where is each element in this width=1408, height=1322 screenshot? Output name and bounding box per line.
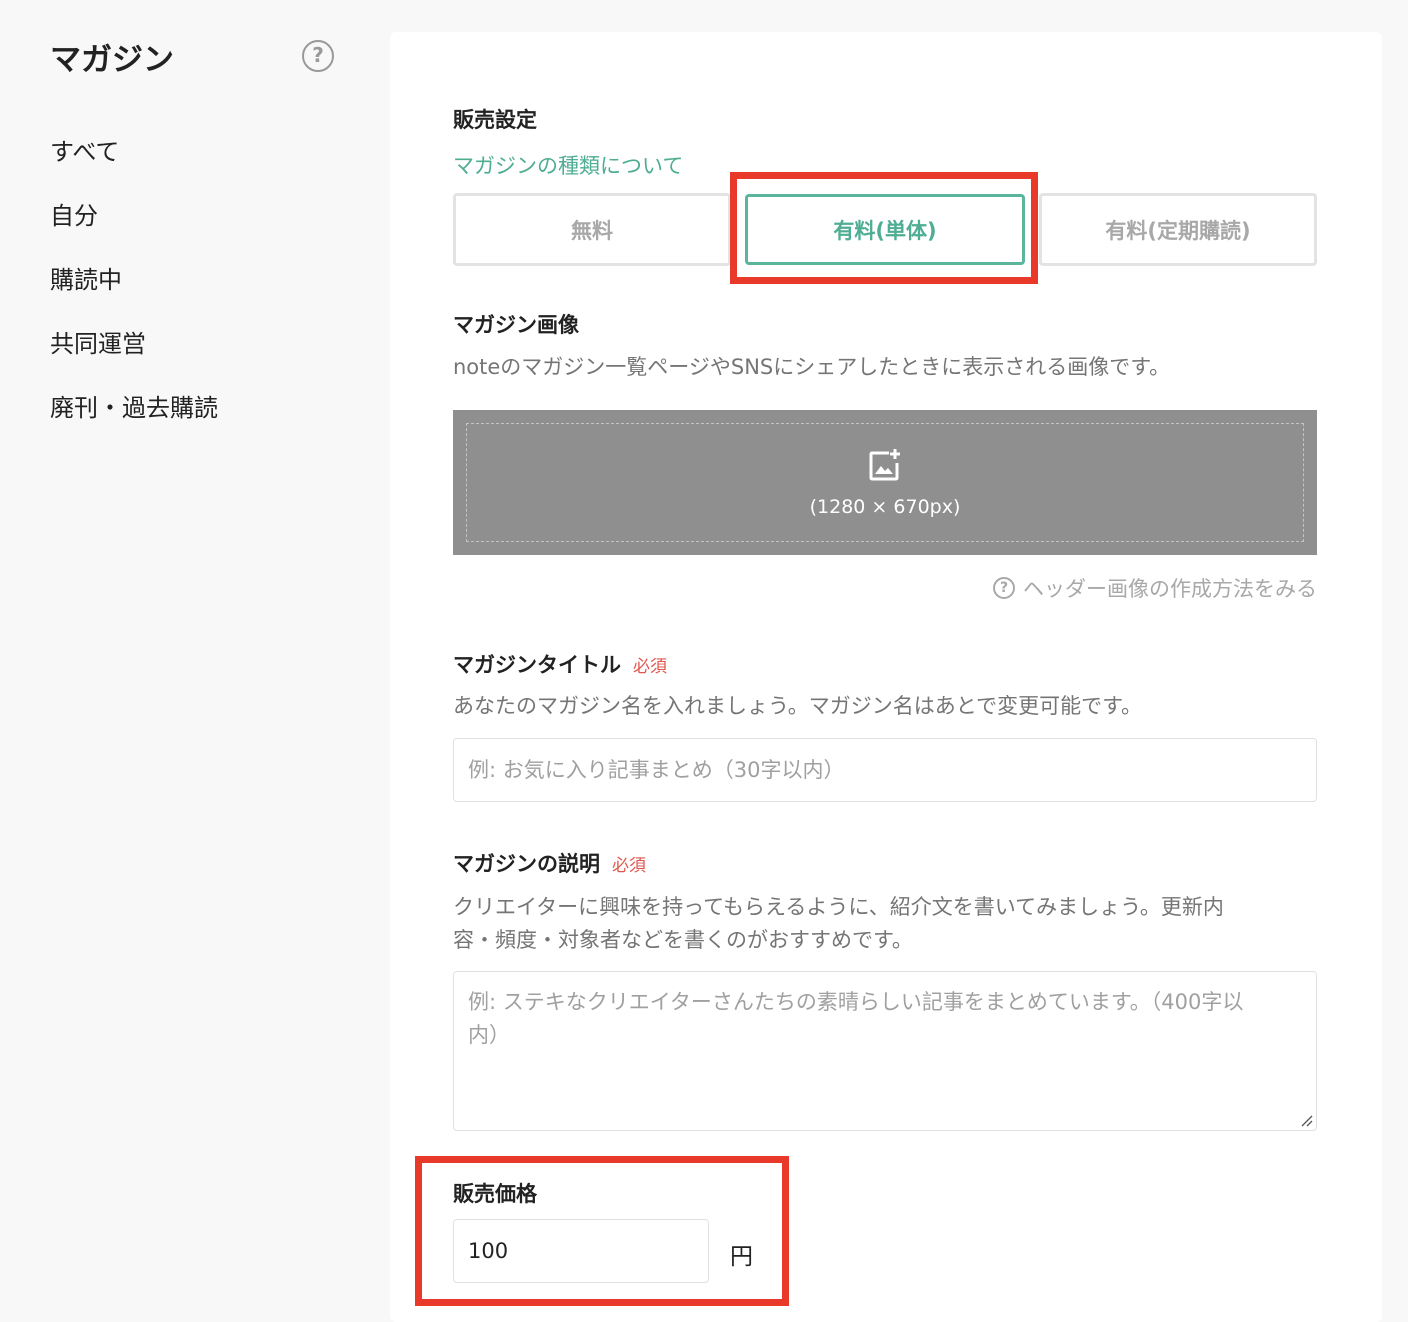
image-size-hint: (1280 × 670px) [809,496,961,518]
howto-link-text: ヘッダー画像の作成方法をみる [1023,577,1317,601]
magazine-image-title: マガジン画像 [453,313,579,337]
sidebar-title: マガジン [50,42,174,78]
magazine-title-label-text: マガジンタイトル [453,653,621,677]
magazine-desc-textarea[interactable]: 例: ステキなクリエイターさんたちの素晴らしい記事をまとめています。（400字以… [453,971,1317,1131]
question-icon: ? [993,577,1015,599]
tab-free[interactable]: 無料 [453,193,731,266]
magazine-desc-label-text: マガジンの説明 [453,852,600,876]
magazine-image-description: noteのマガジン一覧ページやSNSにシェアしたときに表示される画像です。 [453,355,1171,379]
magazine-desc-label: マガジンの説明 必須 [453,848,646,878]
magazine-desc-description-line2: 容・頻度・対象者などを書くのがおすすめです。 [453,928,913,952]
header-image-howto-link[interactable]: ? ヘッダー画像の作成方法をみる [993,573,1317,603]
price-unit: 円 [730,1244,753,1270]
magazine-desc-description: クリエイターに興味を持ってもらえるように、紹介文を書いてみましょう。更新内 容・… [453,891,1224,957]
help-icon[interactable]: ? [302,40,334,72]
magazine-title-description: あなたのマガジン名を入れましょう。マガジン名はあとで変更可能です。 [453,694,1143,718]
sale-price-title: 販売価格 [453,1182,537,1206]
magazine-desc-placeholder-line2: 内） [468,1023,510,1047]
sidebar-nav: すべて 自分 購読中 共同運営 廃刊・過去購読 [50,132,218,452]
required-badge: 必須 [612,856,646,876]
required-badge: 必須 [633,657,667,677]
magazine-title-label: マガジンタイトル 必須 [453,649,667,679]
sidebar-item-co-managed[interactable]: 共同運営 [50,324,218,388]
sidebar-item-all[interactable]: すべて [50,132,218,196]
magazine-desc-description-line1: クリエイターに興味を持ってもらえるように、紹介文を書いてみましょう。更新内 [453,895,1224,919]
sidebar-item-subscribed[interactable]: 購読中 [50,260,218,324]
image-upload-area[interactable]: (1280 × 670px) [453,410,1317,555]
sidebar-item-discontinued[interactable]: 廃刊・過去購読 [50,388,218,452]
tab-paid-subscription[interactable]: 有料(定期購読) [1039,193,1317,266]
magazine-type-link[interactable]: マガジンの種類について [453,150,683,180]
sales-type-tabs: 無料 有料(単体) 有料(定期購読) [453,193,1317,266]
tab-paid-single[interactable]: 有料(単体) [745,194,1025,265]
add-image-icon [869,449,900,481]
settings-panel: 販売設定 マガジンの種類について 無料 有料(単体) 有料(定期購読) マガジン… [390,32,1382,1322]
resize-grip-icon[interactable] [1299,1113,1313,1127]
sidebar: マガジン ? すべて 自分 購読中 共同運営 廃刊・過去購読 [0,0,390,1308]
magazine-desc-placeholder-line1: 例: ステキなクリエイターさんたちの素晴らしい記事をまとめています。（400字以 [468,990,1244,1014]
magazine-title-input[interactable]: 例: お気に入り記事まとめ（30字以内） [453,738,1317,802]
sidebar-item-mine[interactable]: 自分 [50,196,218,260]
sales-settings-title: 販売設定 [453,108,537,132]
price-input[interactable]: 100 [453,1219,709,1283]
